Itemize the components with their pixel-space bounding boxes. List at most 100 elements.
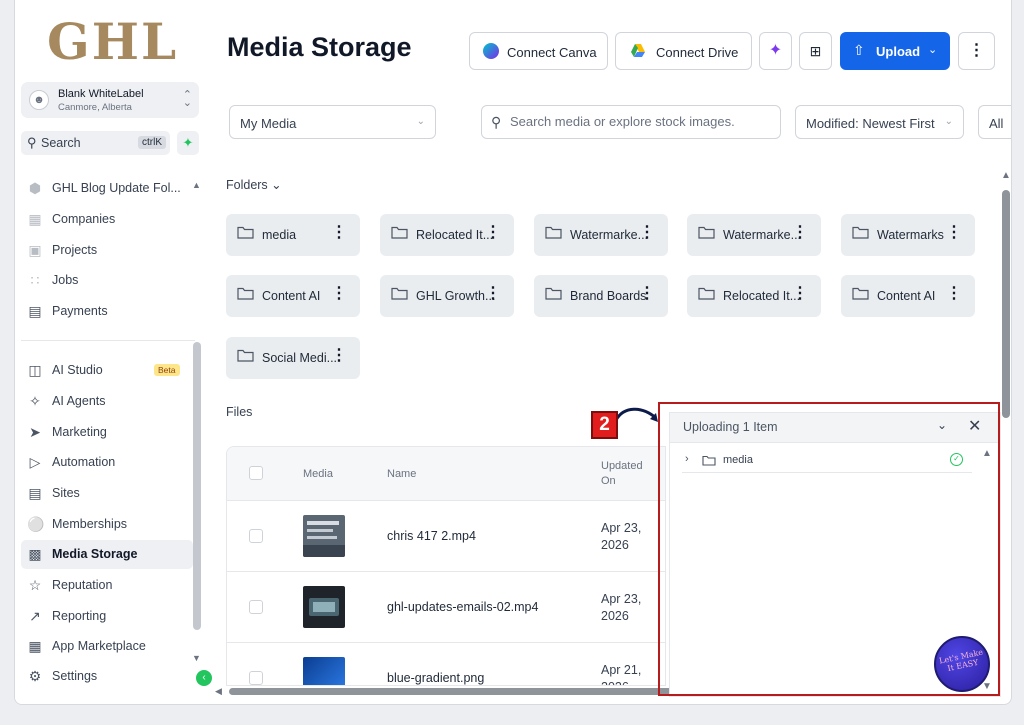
- sidebar-search[interactable]: ⚲ Search ctrlK: [21, 131, 170, 155]
- scroll-down-icon[interactable]: ▼: [192, 653, 201, 663]
- column-name[interactable]: Name: [387, 468, 416, 480]
- select-all-checkbox[interactable]: [249, 466, 263, 480]
- account-switcher[interactable]: ☻ Blank WhiteLabel Canmore, Alberta ⌃ ⌄: [21, 82, 199, 118]
- sidebar-item-jobs[interactable]: ∷ Jobs: [21, 266, 193, 295]
- close-icon[interactable]: ✕: [968, 416, 981, 436]
- scroll-up-icon[interactable]: ▲: [1001, 170, 1011, 181]
- sidebar-item-automation[interactable]: ▷ Automation: [21, 448, 193, 477]
- sort-select[interactable]: Modified: Newest First ⌄: [795, 105, 964, 139]
- folder-card[interactable]: Content AI ⋮: [841, 275, 975, 317]
- row-checkbox[interactable]: [249, 600, 263, 614]
- folder-card[interactable]: Watermarke... ⋮: [687, 214, 821, 256]
- folder-menu-icon[interactable]: ⋮: [946, 285, 962, 303]
- sidebar-item-label: Media Storage: [52, 547, 138, 561]
- video-thumbnail[interactable]: [303, 586, 345, 628]
- logo[interactable]: GHL: [47, 12, 178, 71]
- table-row[interactable]: chris 417 2.mp4 Apr 23, 2026: [227, 501, 665, 572]
- folder-card[interactable]: Watermarke... ⋮: [534, 214, 668, 256]
- sidebar-item-ai-studio[interactable]: ◫ AI Studio Beta: [21, 356, 193, 385]
- ai-studio-icon: ◫: [28, 362, 42, 378]
- table-row[interactable]: blue-gradient.png Apr 21, 2026: [227, 643, 665, 685]
- folder-card[interactable]: Relocated It... ⋮: [687, 275, 821, 317]
- file-name[interactable]: chris 417 2.mp4: [387, 529, 476, 543]
- upload-button[interactable]: ⇧ Upload ⌄: [840, 32, 950, 70]
- folder-card[interactable]: Watermarks ⋮: [841, 214, 975, 256]
- column-updated[interactable]: Updated On: [601, 459, 651, 489]
- row-checkbox[interactable]: [249, 671, 263, 685]
- more-options-button[interactable]: ⋮: [958, 32, 995, 70]
- image-thumbnail[interactable]: [303, 657, 345, 685]
- sidebar-item-app-marketplace[interactable]: ▦ App Marketplace: [21, 632, 193, 661]
- media-search-input[interactable]: [510, 114, 772, 129]
- scroll-left-icon[interactable]: ◀: [215, 686, 222, 697]
- main-scrollbar[interactable]: ▲: [1000, 170, 1011, 690]
- sidebar-item-reputation[interactable]: ☆ Reputation: [21, 571, 193, 600]
- file-date: Apr 23, 2026: [601, 521, 642, 552]
- folder-icon: [237, 287, 254, 300]
- upload-icon: ⇧: [853, 42, 865, 58]
- folders-toggle[interactable]: Folders ⌄: [226, 177, 282, 192]
- video-thumbnail[interactable]: [303, 515, 345, 557]
- sidebar-scroll-thumb[interactable]: [193, 342, 201, 630]
- quick-action-bolt-icon[interactable]: ✦: [177, 131, 199, 155]
- media-source-select[interactable]: My Media ⌄: [229, 105, 436, 139]
- folder-menu-icon[interactable]: ⋮: [485, 224, 501, 242]
- folder-menu-icon[interactable]: ⋮: [331, 347, 347, 365]
- check-circle-icon: ✓: [950, 453, 963, 466]
- scroll-up-icon[interactable]: ▲: [982, 448, 992, 459]
- table-row[interactable]: ghl-updates-emails-02.mp4 Apr 23, 2026: [227, 572, 665, 643]
- folder-menu-icon[interactable]: ⋮: [331, 285, 347, 303]
- pointer-arrow-icon: [614, 407, 658, 422]
- folder-card[interactable]: Relocated It... ⋮: [380, 214, 514, 256]
- grid-icon: ▦: [28, 638, 42, 654]
- sites-icon: ▤: [28, 485, 42, 501]
- sidebar-item-reporting[interactable]: ↗ Reporting: [21, 602, 193, 631]
- folder-card[interactable]: media ⋮: [226, 214, 360, 256]
- folder-card[interactable]: GHL Growth... ⋮: [380, 275, 514, 317]
- sidebar-item-blog-folder[interactable]: ⬢ GHL Blog Update Fol...: [21, 174, 193, 203]
- scroll-down-icon[interactable]: ▼: [982, 681, 992, 692]
- folder-menu-icon[interactable]: ⋮: [792, 224, 808, 242]
- sidebar-item-companies[interactable]: ▦ Companies: [21, 205, 193, 234]
- folder-menu-icon[interactable]: ⋮: [946, 224, 962, 242]
- type-filter-select[interactable]: All: [978, 105, 1011, 139]
- folder-menu-icon[interactable]: ⋮: [639, 285, 655, 303]
- sidebar-item-label: Sites: [52, 486, 80, 500]
- award-icon: ⚪: [27, 516, 45, 532]
- sidebar-item-media-storage[interactable]: ▩ Media Storage: [21, 540, 193, 569]
- row-checkbox[interactable]: [249, 529, 263, 543]
- ai-sparkle-button[interactable]: ✦: [759, 32, 792, 70]
- folder-icon: [698, 226, 715, 239]
- file-name[interactable]: ghl-updates-emails-02.mp4: [387, 600, 538, 614]
- sidebar-item-settings[interactable]: ⚙ Settings: [21, 662, 193, 691]
- upload-item[interactable]: › media ✓: [682, 451, 972, 473]
- folder-menu-icon[interactable]: ⋮: [639, 224, 655, 242]
- sidebar-item-memberships[interactable]: ⚪ Memberships: [21, 510, 193, 539]
- sidebar-item-label: AI Agents: [52, 394, 106, 408]
- connect-canva-button[interactable]: Connect Canva: [469, 32, 608, 70]
- table-header: Media Name Updated On: [227, 447, 665, 501]
- sidebar-item-ai-agents[interactable]: ✧ AI Agents: [21, 387, 193, 416]
- minimize-chevron-icon[interactable]: ⌄: [937, 418, 947, 432]
- folder-menu-icon[interactable]: ⋮: [331, 224, 347, 242]
- collapse-sidebar-button[interactable]: ‹: [196, 670, 212, 686]
- main-scroll-thumb[interactable]: [1002, 190, 1010, 418]
- sidebar-item-marketing[interactable]: ➤ Marketing: [21, 418, 193, 447]
- sidebar-scrollbar[interactable]: ▲ ▼: [192, 180, 202, 670]
- folder-card[interactable]: Content AI ⋮: [226, 275, 360, 317]
- folder-icon: [237, 226, 254, 239]
- folder-menu-icon[interactable]: ⋮: [485, 285, 501, 303]
- folder-card[interactable]: Brand Boards ⋮: [534, 275, 668, 317]
- media-search[interactable]: ⚲: [481, 105, 781, 139]
- sidebar-item-projects[interactable]: ▣ Projects: [21, 236, 193, 265]
- connect-drive-button[interactable]: Connect Drive: [615, 32, 752, 70]
- sidebar-item-sites[interactable]: ▤ Sites: [21, 479, 193, 508]
- new-folder-button[interactable]: ⊞: [799, 32, 832, 70]
- sidebar-item-payments[interactable]: ▤ Payments: [21, 297, 193, 326]
- folder-menu-icon[interactable]: ⋮: [792, 285, 808, 303]
- scroll-up-icon[interactable]: ▲: [192, 180, 201, 190]
- chevron-right-icon[interactable]: ›: [685, 453, 689, 465]
- file-name[interactable]: blue-gradient.png: [387, 671, 484, 685]
- folder-card[interactable]: Social Medi... ⋮: [226, 337, 360, 379]
- folders-heading: Folders: [226, 178, 268, 192]
